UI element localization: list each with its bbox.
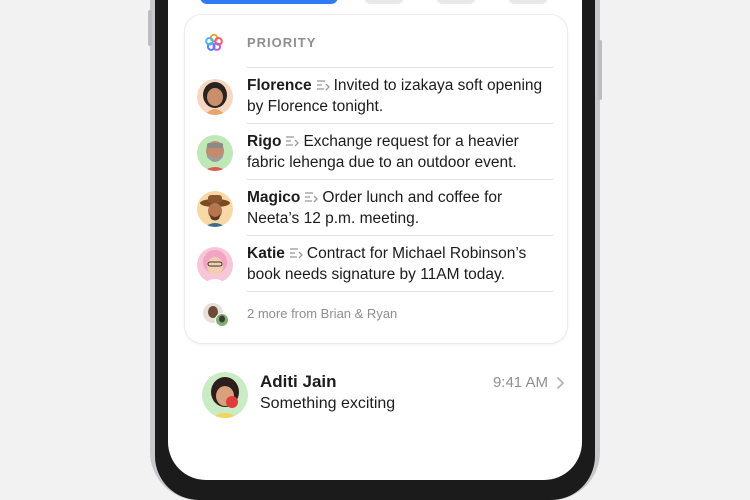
priority-item-text: Magico Order lunch and coffee for Neeta’s… bbox=[247, 187, 547, 229]
filter-pill[interactable] bbox=[364, 0, 404, 4]
priority-item[interactable]: Katie Contract for Michael Robinson’s boo… bbox=[197, 241, 557, 289]
priority-item-text: Rigo Exchange request for a heavier fabri… bbox=[247, 131, 547, 173]
chevron-right-icon bbox=[557, 377, 564, 389]
avatar bbox=[197, 247, 233, 283]
divider bbox=[247, 123, 553, 124]
divider bbox=[247, 235, 553, 236]
avatar bbox=[197, 135, 233, 171]
mail-list-item[interactable]: Aditi Jain 9:41 AM Something exciting bbox=[184, 368, 574, 458]
avatar bbox=[197, 79, 233, 115]
sender-name: Katie bbox=[247, 245, 285, 262]
priority-card: PRIORITY Florence Invited to izakaya soft… bbox=[184, 14, 568, 344]
side-button-right bbox=[598, 40, 602, 100]
filter-pill[interactable] bbox=[436, 0, 476, 4]
divider bbox=[247, 67, 553, 68]
filter-pill[interactable] bbox=[508, 0, 548, 4]
summary-lines-icon bbox=[286, 136, 300, 147]
sender-name: Florence bbox=[247, 77, 312, 94]
more-messages-text: 2 more from Brian & Ryan bbox=[247, 306, 398, 321]
summary-lines-icon bbox=[305, 192, 319, 203]
summary-lines-icon bbox=[316, 80, 330, 91]
priority-item-text: Florence Invited to izakaya soft opening … bbox=[247, 75, 547, 117]
phone-screen: PRIORITY Florence Invited to izakaya soft… bbox=[168, 0, 582, 480]
avatar bbox=[202, 372, 248, 418]
stacked-avatars bbox=[201, 301, 231, 329]
sender-name: Rigo bbox=[247, 133, 282, 150]
more-messages-row[interactable]: 2 more from Brian & Ryan bbox=[197, 299, 557, 329]
priority-item[interactable]: Magico Order lunch and coffee for Neeta’s… bbox=[197, 185, 557, 233]
priority-item-text: Katie Contract for Michael Robinson’s boo… bbox=[247, 243, 547, 285]
divider bbox=[247, 291, 553, 292]
priority-label: PRIORITY bbox=[247, 35, 317, 50]
mail-subject: Something exciting bbox=[260, 395, 396, 412]
side-button-left bbox=[148, 10, 152, 46]
priority-item[interactable]: Florence Invited to izakaya soft opening … bbox=[197, 73, 557, 121]
filter-pill-selected[interactable] bbox=[200, 0, 338, 4]
avatar bbox=[197, 191, 233, 227]
priority-header bbox=[203, 31, 225, 55]
sender-name: Magico bbox=[247, 189, 301, 206]
mail-sender: Aditi Jain bbox=[260, 372, 337, 391]
divider bbox=[247, 179, 553, 180]
mail-time: 9:41 AM bbox=[492, 374, 548, 391]
summary-lines-icon bbox=[289, 248, 303, 259]
priority-item[interactable]: Rigo Exchange request for a heavier fabri… bbox=[197, 129, 557, 177]
priority-sparkle-icon bbox=[205, 33, 223, 51]
